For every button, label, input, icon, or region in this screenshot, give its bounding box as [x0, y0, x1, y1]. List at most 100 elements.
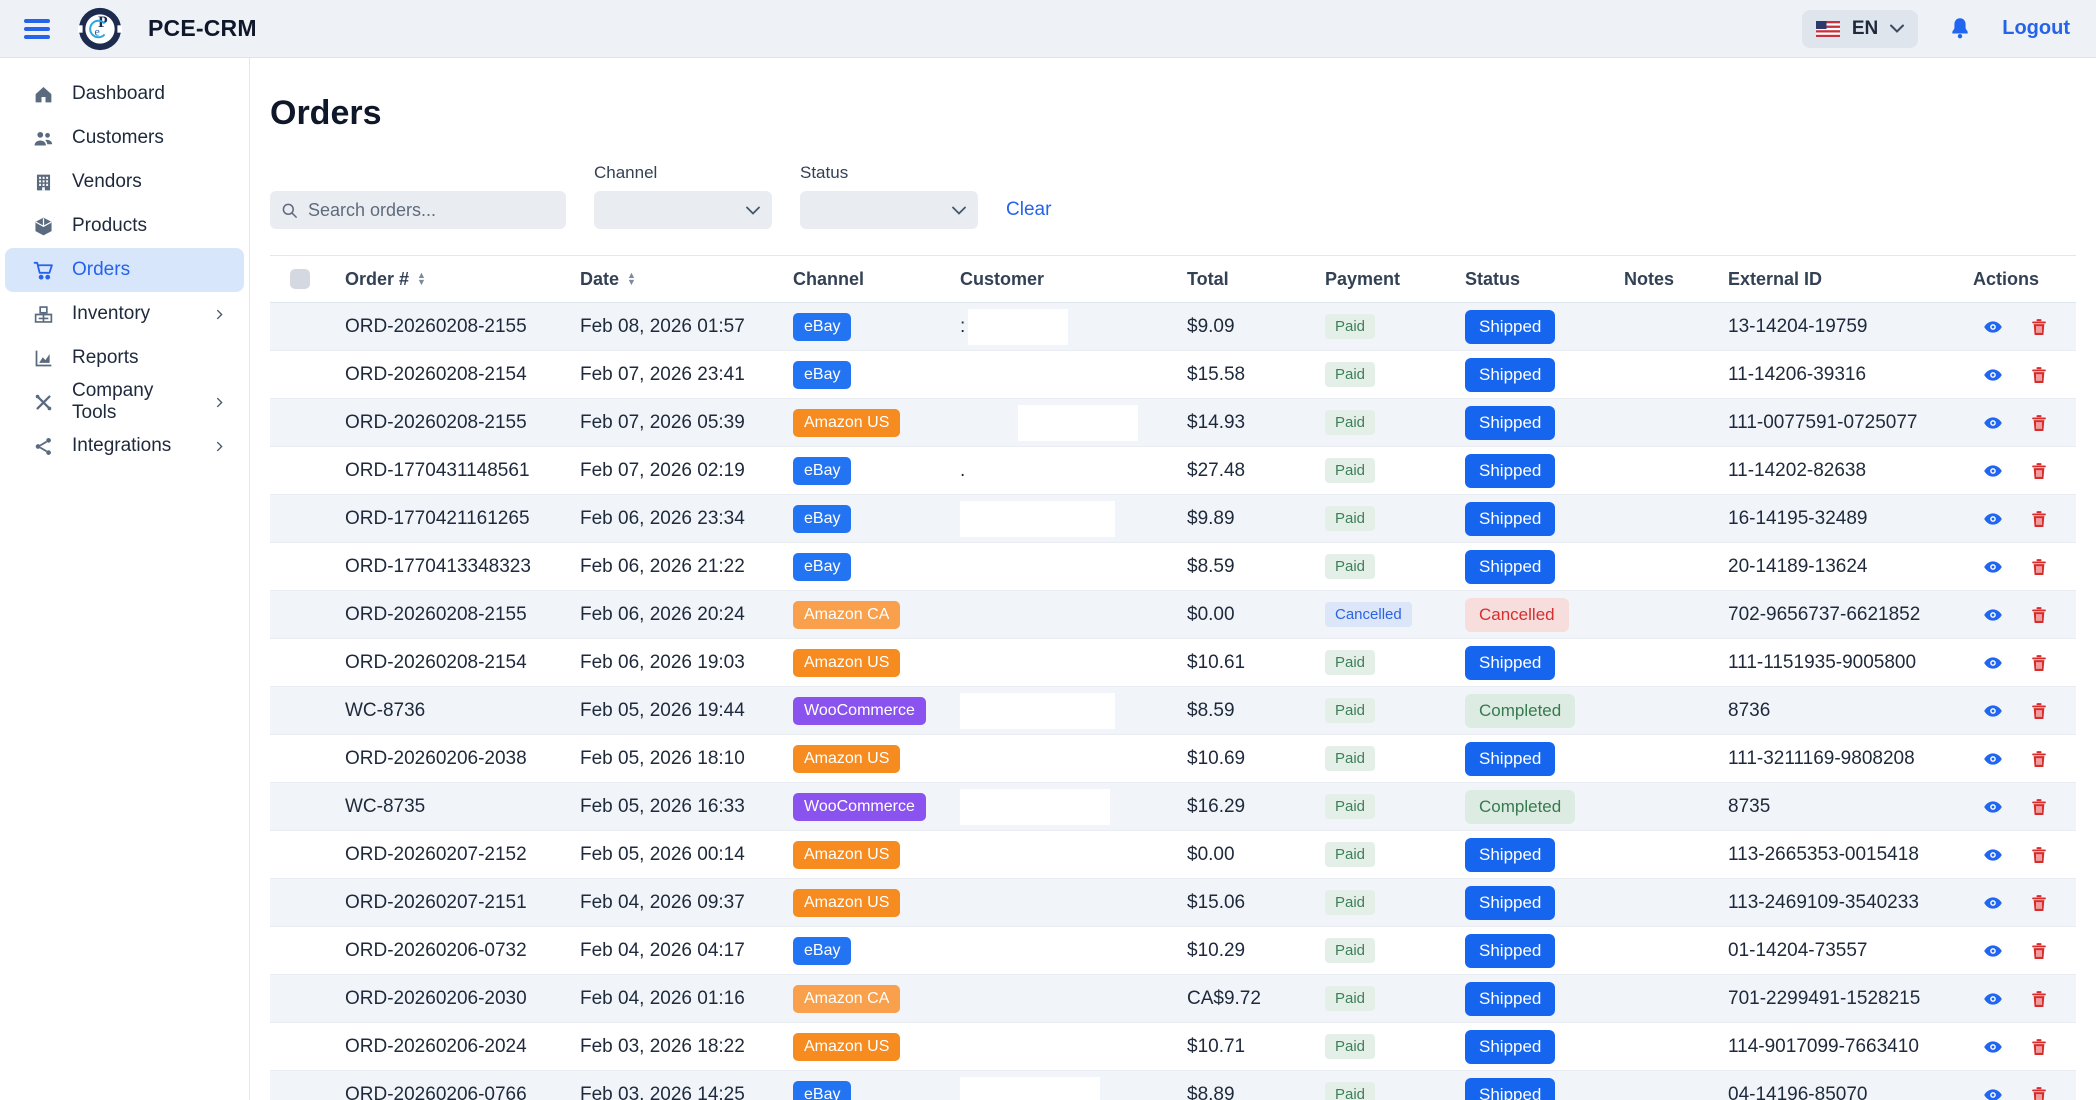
- sidebar-item-company-tools[interactable]: Company Tools: [5, 380, 244, 424]
- logout-link[interactable]: Logout: [2002, 17, 2070, 40]
- sidebar-item-reports[interactable]: Reports: [5, 336, 244, 380]
- chevron-down-icon: [1890, 24, 1904, 33]
- order-total: $8.89: [1187, 1084, 1325, 1100]
- view-order-button[interactable]: [1983, 749, 2003, 769]
- select-all-checkbox[interactable]: [290, 269, 310, 289]
- payment-badge: Paid: [1325, 362, 1375, 387]
- company-logo: P e: [78, 7, 122, 51]
- trash-icon: [2029, 557, 2049, 577]
- delete-order-button[interactable]: [2029, 701, 2049, 721]
- channel-filter-label: Channel: [594, 163, 772, 183]
- external-id: 13-14204-19759: [1728, 316, 1973, 338]
- channel-select[interactable]: [594, 191, 772, 229]
- delete-order-button[interactable]: [2029, 845, 2049, 865]
- order-number: ORD-20260208-2154: [345, 652, 580, 674]
- sidebar-item-label: Orders: [72, 259, 130, 281]
- view-order-button[interactable]: [1983, 1085, 2003, 1100]
- column-header-date[interactable]: Date▲▼: [580, 269, 793, 290]
- order-date: Feb 05, 2026 18:10: [580, 748, 793, 770]
- customer-redaction: [960, 549, 1100, 585]
- view-order-button[interactable]: [1983, 845, 2003, 865]
- delete-order-button[interactable]: [2029, 605, 2049, 625]
- customer-redaction: [960, 789, 1110, 825]
- delete-order-button[interactable]: [2029, 1085, 2049, 1100]
- view-order-button[interactable]: [1983, 941, 2003, 961]
- view-order-button[interactable]: [1983, 317, 2003, 337]
- status-select[interactable]: [800, 191, 978, 229]
- sidebar-item-label: Integrations: [72, 435, 171, 457]
- status-badge: Shipped: [1465, 646, 1555, 680]
- customer-redaction: [960, 501, 1115, 537]
- channel-badge: eBay: [793, 505, 851, 533]
- sidebar-item-dashboard[interactable]: Dashboard: [5, 72, 244, 116]
- order-number: ORD-1770431148561: [345, 460, 580, 482]
- payment-badge: Paid: [1325, 410, 1375, 435]
- view-order-button[interactable]: [1983, 365, 2003, 385]
- channel-badge: Amazon US: [793, 409, 900, 437]
- view-order-button[interactable]: [1983, 989, 2003, 1009]
- sidebar-item-products[interactable]: Products: [5, 204, 244, 248]
- order-date: Feb 03, 2026 18:22: [580, 1036, 793, 1058]
- view-order-button[interactable]: [1983, 605, 2003, 625]
- delete-order-button[interactable]: [2029, 509, 2049, 529]
- customer-name: [960, 975, 1187, 1022]
- view-order-button[interactable]: [1983, 701, 2003, 721]
- view-order-button[interactable]: [1983, 509, 2003, 529]
- customer-name: [960, 591, 1187, 638]
- order-date: Feb 06, 2026 23:34: [580, 508, 793, 530]
- sidebar-item-orders[interactable]: Orders: [5, 248, 244, 292]
- view-order-button[interactable]: [1983, 893, 2003, 913]
- customer-name: [960, 543, 1187, 590]
- channel-badge: Amazon CA: [793, 601, 900, 629]
- order-total: $9.09: [1187, 316, 1325, 338]
- language-selector[interactable]: EN: [1802, 10, 1918, 48]
- table-body: ORD-20260208-2155Feb 08, 2026 01:57eBay:…: [270, 303, 2076, 1100]
- delete-order-button[interactable]: [2029, 797, 2049, 817]
- order-date: Feb 07, 2026 02:19: [580, 460, 793, 482]
- eye-icon: [1983, 1037, 2003, 1057]
- column-header-order[interactable]: Order #▲▼: [345, 269, 580, 290]
- delete-order-button[interactable]: [2029, 893, 2049, 913]
- payment-badge: Paid: [1325, 698, 1375, 723]
- notifications-bell-icon[interactable]: [1948, 16, 1972, 42]
- sidebar-item-integrations[interactable]: Integrations: [5, 424, 244, 468]
- delete-order-button[interactable]: [2029, 1037, 2049, 1057]
- table-row: ORD-20260208-2155Feb 06, 2026 20:24Amazo…: [270, 591, 2076, 639]
- delete-order-button[interactable]: [2029, 317, 2049, 337]
- menu-toggle-icon[interactable]: [24, 17, 54, 41]
- sidebar-item-inventory[interactable]: Inventory: [5, 292, 244, 336]
- table-row: ORD-20260206-0766Feb 03, 2026 14:25eBay$…: [270, 1071, 2076, 1100]
- delete-order-button[interactable]: [2029, 749, 2049, 769]
- delete-order-button[interactable]: [2029, 413, 2049, 433]
- order-date: Feb 06, 2026 21:22: [580, 556, 793, 578]
- payment-badge: Paid: [1325, 554, 1375, 579]
- sidebar-item-vendors[interactable]: Vendors: [5, 160, 244, 204]
- delete-order-button[interactable]: [2029, 941, 2049, 961]
- sort-icon[interactable]: ▲▼: [627, 272, 636, 286]
- delete-order-button[interactable]: [2029, 653, 2049, 673]
- view-order-button[interactable]: [1983, 413, 2003, 433]
- delete-order-button[interactable]: [2029, 989, 2049, 1009]
- order-date: Feb 04, 2026 01:16: [580, 988, 793, 1010]
- eye-icon: [1983, 317, 2003, 337]
- view-order-button[interactable]: [1983, 797, 2003, 817]
- view-order-button[interactable]: [1983, 653, 2003, 673]
- orders-table: Order #▲▼Date▲▼ChannelCustomerTotalPayme…: [270, 255, 2076, 1100]
- payment-badge: Paid: [1325, 890, 1375, 915]
- view-order-button[interactable]: [1983, 557, 2003, 577]
- channel-badge: eBay: [793, 361, 851, 389]
- delete-order-button[interactable]: [2029, 461, 2049, 481]
- trash-icon: [2029, 413, 2049, 433]
- search-input[interactable]: [270, 191, 566, 229]
- order-total: $0.00: [1187, 604, 1325, 626]
- sort-icon[interactable]: ▲▼: [417, 272, 426, 286]
- delete-order-button[interactable]: [2029, 557, 2049, 577]
- view-order-button[interactable]: [1983, 461, 2003, 481]
- view-order-button[interactable]: [1983, 1037, 2003, 1057]
- clear-filters-button[interactable]: Clear: [1006, 199, 1051, 221]
- delete-order-button[interactable]: [2029, 365, 2049, 385]
- status-badge: Shipped: [1465, 502, 1555, 536]
- channel-badge: WooCommerce: [793, 793, 926, 821]
- sidebar-item-customers[interactable]: Customers: [5, 116, 244, 160]
- trash-icon: [2029, 317, 2049, 337]
